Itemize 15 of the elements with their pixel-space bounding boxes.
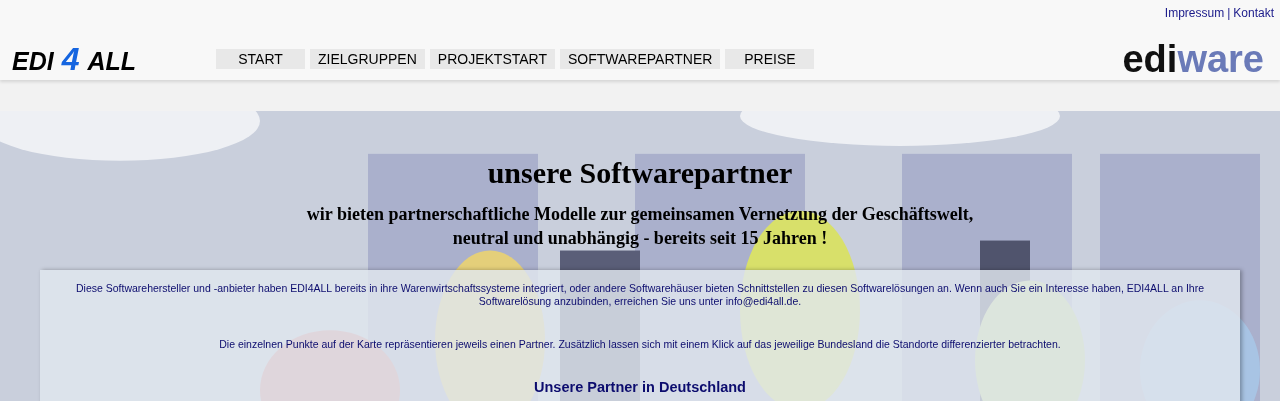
impressum-link[interactable]: Impressum: [1164, 6, 1225, 20]
page-title: unsere Softwarepartner: [486, 155, 794, 190]
map-hint-text: Die einzelnen Punkte auf der Karte repräsentieren jeweils einen Partner. Zusätzlich lassen sich mit einem Klick auf das jeweilige Bundesland die Standorte differenzierter betrachten.: [218, 338, 1062, 351]
kontakt-link[interactable]: Kontakt: [1233, 6, 1274, 20]
section-heading: Unsere Partner in Deutschland: [533, 379, 747, 395]
nav-item[interactable]: PREISE: [725, 49, 815, 69]
nav-item[interactable]: ZIELGRUPPEN: [310, 49, 425, 69]
nav-item[interactable]: SOFTWAREPARTNER: [560, 49, 721, 69]
site-logo[interactable]: EDI 4 ALL: [12, 43, 182, 75]
nav-item[interactable]: PROJEKTSTART: [429, 49, 555, 69]
intro-text: Diese Softwarehersteller und -anbieter haben EDI4ALL bereits in ihre Warenwirtschaftssysteme integriert, oder andere Softwarehäuser bieten Schnittstellen zu diesen Softwarelösungen an. Wenn auch Sie ein Interesse haben, EDI4ALL an Ihre Softwarelösung anzubinden, erreichen Sie uns unter info@edi4all.de.: [74, 282, 1205, 308]
nav-item[interactable]: START: [216, 49, 305, 69]
hero-subtitle: wir bieten partnerschaftliche Modelle zur gemeinsamen Vernetzung der Geschäftswelt, neutral und unabhängig - bereits seit 15 Jahren !: [305, 203, 975, 250]
brand-logo[interactable]: ediware: [1122, 40, 1264, 78]
link-separator: |: [1227, 6, 1231, 20]
